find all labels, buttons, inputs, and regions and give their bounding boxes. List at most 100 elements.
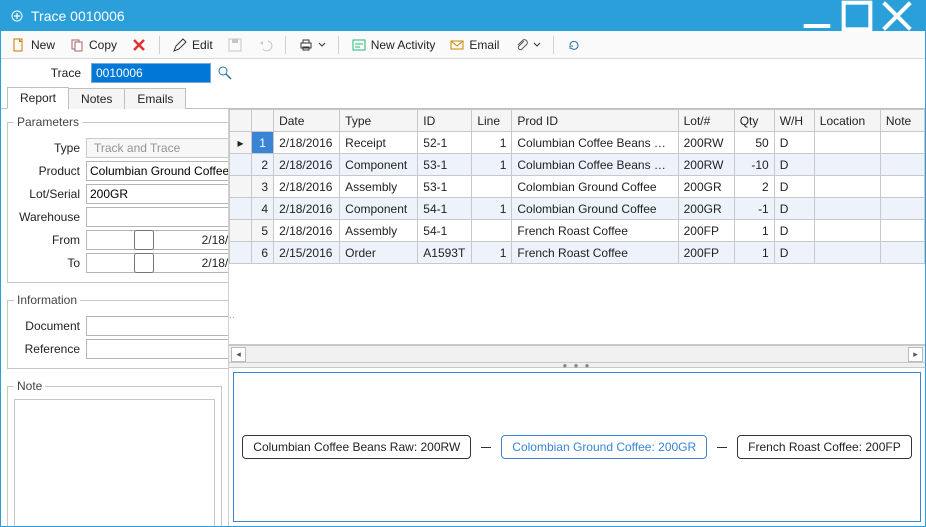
cell-type[interactable]: Receipt xyxy=(340,132,418,154)
attachment-button[interactable] xyxy=(509,35,545,55)
grid[interactable]: Date Type ID Line Prod ID Lot/# Qty W/H … xyxy=(229,109,925,345)
table-row[interactable]: 52/18/2016Assembly54-1French Roast Coffe… xyxy=(230,220,925,242)
titlebar[interactable]: Trace 0010006 xyxy=(1,1,925,31)
cell-id[interactable]: 53-1 xyxy=(418,154,472,176)
undo-button[interactable] xyxy=(253,35,277,55)
cell-prod[interactable]: French Roast Coffee xyxy=(512,220,678,242)
col-lot[interactable]: Lot/# xyxy=(678,110,734,132)
cell-loc[interactable] xyxy=(814,242,880,264)
col-id[interactable]: ID xyxy=(418,110,472,132)
reference-input[interactable] xyxy=(86,339,229,359)
horizontal-scrollbar[interactable]: ◂ ▸ xyxy=(229,345,925,362)
cell-lot[interactable]: 200FP xyxy=(678,220,734,242)
cell-qty[interactable]: 1 xyxy=(734,242,774,264)
col-type[interactable]: Type xyxy=(340,110,418,132)
trace-input[interactable] xyxy=(91,63,211,83)
lotserial-input[interactable] xyxy=(86,184,229,204)
maximize-button[interactable] xyxy=(837,1,877,31)
delete-button[interactable] xyxy=(127,35,151,55)
cell-qty[interactable]: 2 xyxy=(734,176,774,198)
from-checkbox[interactable] xyxy=(90,230,198,250)
flow-node[interactable]: Columbian Coffee Beans Raw: 200RW xyxy=(242,435,471,459)
col-location[interactable]: Location xyxy=(814,110,880,132)
cell-lot[interactable]: 200RW xyxy=(678,132,734,154)
cell-loc[interactable] xyxy=(814,176,880,198)
cell-note[interactable] xyxy=(880,154,924,176)
tab-report[interactable]: Report xyxy=(7,87,69,109)
cell-qty[interactable]: -1 xyxy=(734,198,774,220)
table-row[interactable]: 62/15/2016OrderA1593T1French Roast Coffe… xyxy=(230,242,925,264)
cell-id[interactable]: 54-1 xyxy=(418,198,472,220)
scroll-left-icon[interactable]: ◂ xyxy=(231,347,246,362)
cell-loc[interactable] xyxy=(814,198,880,220)
minimize-button[interactable] xyxy=(797,1,837,31)
product-input[interactable] xyxy=(86,161,229,181)
type-select[interactable]: Track and Trace xyxy=(86,138,229,158)
note-textarea[interactable] xyxy=(14,399,215,526)
cell-wh[interactable]: D xyxy=(774,220,814,242)
cell-prod[interactable]: Colombian Ground Coffee xyxy=(512,198,678,220)
col-prodid[interactable]: Prod ID xyxy=(512,110,678,132)
cell-line[interactable]: 1 xyxy=(472,154,512,176)
cell-wh[interactable]: D xyxy=(774,242,814,264)
refresh-button[interactable] xyxy=(562,35,586,55)
table-row[interactable]: 42/18/2016Component54-11Colombian Ground… xyxy=(230,198,925,220)
col-date[interactable]: Date xyxy=(274,110,340,132)
cell-type[interactable]: Assembly xyxy=(340,176,418,198)
col-qty[interactable]: Qty xyxy=(734,110,774,132)
search-icon[interactable] xyxy=(217,65,233,81)
document-input[interactable] xyxy=(86,316,229,336)
copy-button[interactable]: Copy xyxy=(65,35,121,55)
cell-loc[interactable] xyxy=(814,220,880,242)
cell-wh[interactable]: D xyxy=(774,154,814,176)
cell-qty[interactable]: -10 xyxy=(734,154,774,176)
cell-wh[interactable]: D xyxy=(774,132,814,154)
cell-qty[interactable]: 50 xyxy=(734,132,774,154)
close-button[interactable] xyxy=(877,1,917,31)
cell-note[interactable] xyxy=(880,176,924,198)
col-line[interactable]: Line xyxy=(472,110,512,132)
cell-note[interactable] xyxy=(880,198,924,220)
print-button[interactable] xyxy=(294,35,330,55)
cell-loc[interactable] xyxy=(814,132,880,154)
table-row[interactable]: ▸12/18/2016Receipt52-11Columbian Coffee … xyxy=(230,132,925,154)
cell-type[interactable]: Component xyxy=(340,154,418,176)
cell-id[interactable]: 52-1 xyxy=(418,132,472,154)
cell-loc[interactable] xyxy=(814,154,880,176)
cell-date[interactable]: 2/18/2016 xyxy=(274,198,340,220)
cell-wh[interactable]: D xyxy=(774,176,814,198)
col-wh[interactable]: W/H xyxy=(774,110,814,132)
cell-line[interactable] xyxy=(472,176,512,198)
from-date[interactable]: 2/18/2016▾ xyxy=(86,230,229,250)
cell-prod[interactable]: Columbian Coffee Beans Raw xyxy=(512,132,678,154)
cell-prod[interactable]: Columbian Coffee Beans Raw xyxy=(512,154,678,176)
cell-line[interactable] xyxy=(472,220,512,242)
cell-line[interactable]: 1 xyxy=(472,242,512,264)
cell-id[interactable]: 54-1 xyxy=(418,220,472,242)
cell-lot[interactable]: 200RW xyxy=(678,154,734,176)
cell-note[interactable] xyxy=(880,132,924,154)
warehouse-input[interactable] xyxy=(86,207,229,227)
cell-date[interactable]: 2/18/2016 xyxy=(274,154,340,176)
scroll-right-icon[interactable]: ▸ xyxy=(908,347,923,362)
cell-wh[interactable]: D xyxy=(774,198,814,220)
vertical-splitter[interactable]: ⋮ xyxy=(229,109,232,526)
cell-type[interactable]: Order xyxy=(340,242,418,264)
flow-diagram[interactable]: Columbian Coffee Beans Raw: 200RW Colomb… xyxy=(233,372,921,522)
cell-id[interactable]: 53-1 xyxy=(418,176,472,198)
cell-prod[interactable]: French Roast Coffee xyxy=(512,242,678,264)
cell-note[interactable] xyxy=(880,220,924,242)
cell-date[interactable]: 2/15/2016 xyxy=(274,242,340,264)
cell-lot[interactable]: 200FP xyxy=(678,242,734,264)
cell-prod[interactable]: Colombian Ground Coffee xyxy=(512,176,678,198)
to-date[interactable]: 2/18/2016▾ xyxy=(86,253,229,273)
cell-date[interactable]: 2/18/2016 xyxy=(274,176,340,198)
tab-notes[interactable]: Notes xyxy=(68,88,125,109)
col-note[interactable]: Note xyxy=(880,110,924,132)
table-row[interactable]: 22/18/2016Component53-11Columbian Coffee… xyxy=(230,154,925,176)
new-activity-button[interactable]: New Activity xyxy=(347,35,440,55)
horizontal-splitter[interactable]: ● ● ● xyxy=(229,362,925,368)
cell-date[interactable]: 2/18/2016 xyxy=(274,132,340,154)
tab-emails[interactable]: Emails xyxy=(124,88,186,109)
save-button[interactable] xyxy=(223,35,247,55)
